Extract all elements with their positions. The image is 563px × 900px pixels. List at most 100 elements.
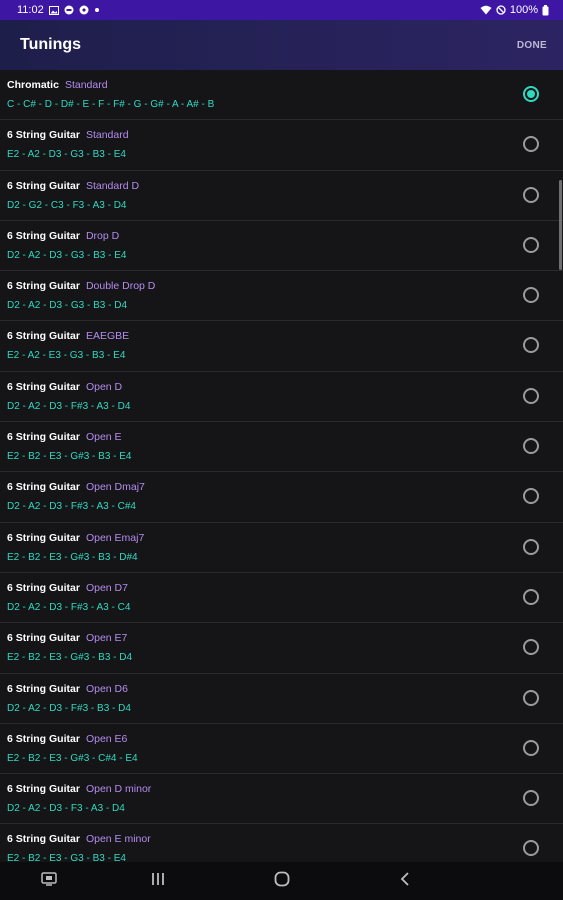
tuning-name: Standard [85,129,129,142]
radio-button[interactable] [523,790,539,807]
tuning-row[interactable]: 6 String Guitar Standard D D2 - G2 - C3 -… [0,171,563,221]
tuning-row[interactable]: 6 String Guitar EAEGBE E2 - A2 - E3 - G3 … [0,321,563,372]
tuning-name: Standard D [85,179,140,192]
radio-button[interactable] [523,287,539,304]
instrument-name: 6 String Guitar [7,179,80,192]
tuning-title: 6 String Guitar Double Drop D [7,280,155,292]
instrument-name: Chromatic [7,79,59,91]
tuning-title: 6 String Guitar Standard [7,129,129,141]
tuning-name: Double Drop D [85,280,156,293]
tuning-notes: E2 - B2 - E3 - G#3 - B3 - D4 [7,652,133,664]
tuning-name: Standard [64,79,108,91]
tuning-row[interactable]: 6 String Guitar Open D minor D2 - A2 - D3… [0,774,563,825]
status-bar: 11:02 100% [0,0,563,20]
instrument-name: 6 String Guitar [7,380,80,393]
gallery-icon [48,5,59,15]
recents-icon [150,872,166,891]
tuning-row[interactable]: 6 String Guitar Open E6 E2 - B2 - E3 - G#… [0,724,563,775]
tuning-notes: D2 - G2 - C3 - F3 - A3 - D4 [7,199,127,211]
tunings-list[interactable]: Chromatic Standard C - C# - D - D# - E - … [0,70,563,862]
tuning-name: Open E [85,431,122,444]
battery-icon [542,4,549,16]
tuning-row[interactable]: 6 String Guitar Open E E2 - B2 - E3 - G#3… [0,422,563,473]
radio-button[interactable] [523,488,539,505]
recents-button[interactable] [138,862,178,900]
instrument-name: 6 String Guitar [7,129,80,142]
tuning-title: 6 String Guitar Open E [7,431,122,443]
tuning-notes: E2 - B2 - E3 - G#3 - B3 - E4 [7,451,132,463]
tuning-name: Open D6 [85,682,128,695]
no-sound-icon [496,5,506,15]
tuning-title: 6 String Guitar Open D7 [7,582,128,594]
tuning-notes: D2 - A2 - D3 - G3 - B3 - E4 [7,249,127,261]
status-left: 11:02 [17,4,100,16]
radio-button[interactable] [523,588,539,605]
tuning-name: Open D [85,380,123,393]
home-button[interactable] [262,862,302,900]
app-bar: Tunings DONE [0,20,563,70]
tuning-name: Open D7 [85,581,128,594]
radio-button[interactable] [523,186,539,203]
radio-button[interactable] [523,639,539,656]
tuning-title: 6 String Guitar Open E minor [7,833,151,845]
radio-button[interactable] [523,840,539,857]
tuning-row[interactable]: 6 String Guitar Open D6 D2 - A2 - D3 - F#… [0,674,563,724]
instrument-name: 6 String Guitar [7,330,80,343]
tuning-name: Open E6 [85,732,128,745]
back-button[interactable] [385,862,425,900]
battery-percent: 100% [509,4,538,16]
app-icon [79,5,89,15]
tuning-notes: D2 - A2 - D3 - F3 - A3 - D4 [7,803,125,815]
tuning-notes: D2 - A2 - D3 - F#3 - A3 - D4 [7,400,131,412]
tuning-name: EAEGBE [85,330,130,343]
tuning-row-chromatic-standard[interactable]: Chromatic Standard C - C# - D - D# - E - … [0,70,563,121]
radio-button[interactable] [523,739,539,756]
recent-screenshot-button[interactable] [29,862,69,900]
radio-button[interactable] [523,689,539,706]
radio-button[interactable] [523,538,539,555]
tuning-name: Open E7 [85,632,128,645]
status-right: 100% [480,4,549,16]
tuning-title: Chromatic Standard [7,79,108,91]
done-button[interactable]: DONE [517,40,547,51]
tuning-name: Open Dmaj7 [85,481,145,494]
instrument-name: 6 String Guitar [7,431,80,444]
tuning-title: 6 String Guitar Open E6 [7,733,127,745]
tuning-row[interactable]: 6 String Guitar Double Drop D D2 - A2 - D… [0,271,563,322]
tuning-row[interactable]: 6 String Guitar Standard E2 - A2 - D3 - G… [0,120,563,171]
instrument-name: 6 String Guitar [7,229,80,242]
instrument-name: 6 String Guitar [7,632,80,645]
tuning-title: 6 String Guitar Standard D [7,180,139,192]
radio-button[interactable] [523,387,539,404]
tuning-title: 6 String Guitar Open Dmaj7 [7,481,145,493]
scrollbar[interactable] [559,180,562,270]
radio-button[interactable] [523,438,539,455]
tuning-row[interactable]: 6 String Guitar Open Dmaj7 D2 - A2 - D3 -… [0,472,563,523]
tuning-notes: D2 - A2 - D3 - F#3 - B3 - D4 [7,702,131,714]
radio-button-selected[interactable] [523,86,539,102]
tuning-notes: D2 - A2 - D3 - F#3 - A3 - C4 [7,601,131,613]
tuning-notes: D2 - A2 - D3 - F#3 - A3 - C#4 [7,501,136,513]
tuning-title: 6 String Guitar Open D6 [7,683,128,695]
tuning-row[interactable]: 6 String Guitar Open D7 D2 - A2 - D3 - F#… [0,573,563,624]
page-title: Tunings [20,36,82,53]
tuning-title: 6 String Guitar Open D [7,381,122,393]
tuning-row[interactable]: 6 String Guitar Open Emaj7 E2 - B2 - E3 -… [0,523,563,573]
tuning-title: 6 String Guitar Open D minor [7,783,151,795]
wifi-icon [480,5,492,15]
instrument-name: 6 String Guitar [7,682,80,695]
tuning-notes: D2 - A2 - D3 - G3 - B3 - D4 [7,300,128,312]
radio-button[interactable] [523,136,539,153]
tuning-name: Open D minor [85,783,152,796]
tuning-row[interactable]: 6 String Guitar Open E minor E2 - B2 - E3… [0,824,563,862]
tuning-title: 6 String Guitar Open Emaj7 [7,532,144,544]
radio-button[interactable] [523,236,539,253]
instrument-name: 6 String Guitar [7,833,80,846]
tuning-row[interactable]: 6 String Guitar Open E7 E2 - B2 - E3 - G#… [0,623,563,674]
status-time: 11:02 [17,4,44,16]
radio-button[interactable] [523,337,539,354]
tuning-row[interactable]: 6 String Guitar Open D D2 - A2 - D3 - F#3… [0,372,563,423]
instrument-name: 6 String Guitar [7,280,80,293]
tuning-row[interactable]: 6 String Guitar Drop D D2 - A2 - D3 - G3 … [0,221,563,272]
tuning-notes: E2 - B2 - E3 - G#3 - C#4 - E4 [7,752,138,764]
